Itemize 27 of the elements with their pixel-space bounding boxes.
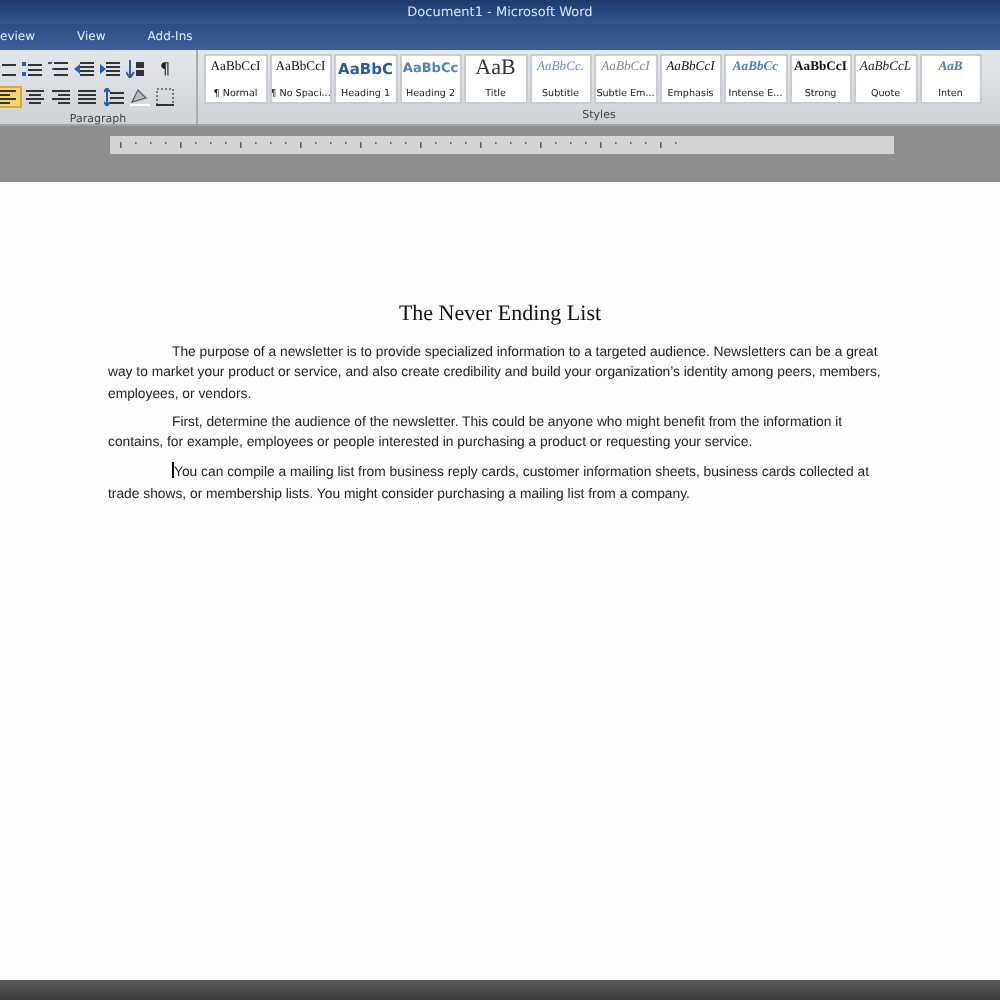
line-spacing-icon	[104, 88, 124, 106]
shading-button[interactable]	[128, 86, 152, 108]
increase-indent-icon	[100, 60, 120, 78]
align-button[interactable]	[50, 86, 74, 108]
document-title: The Never Ending List	[398, 302, 602, 326]
align-icon	[0, 88, 18, 106]
show-marks-button[interactable]: ¶	[158, 58, 173, 80]
align-button[interactable]	[24, 86, 48, 108]
style-preview: AaB	[475, 60, 516, 78]
increase-indent-button[interactable]	[98, 58, 122, 80]
multilevel-list-button[interactable]	[46, 58, 70, 80]
numbered-list-button[interactable]	[20, 58, 44, 80]
align-button[interactable]	[0, 86, 22, 108]
sort-button[interactable]	[124, 58, 148, 80]
borders-icon	[156, 88, 176, 106]
align-icon	[78, 88, 98, 106]
multilevel-list-icon	[48, 60, 68, 78]
sort-icon	[126, 60, 146, 78]
align-icon	[26, 88, 46, 106]
shading-icon	[130, 88, 150, 106]
line-spacing-button[interactable]	[102, 86, 126, 108]
numbered-list-icon	[22, 60, 42, 78]
decrease-indent-button[interactable]	[72, 58, 96, 80]
decrease-indent-icon	[74, 60, 94, 78]
borders-button[interactable]	[154, 86, 178, 108]
align-button[interactable]	[76, 86, 100, 108]
align-icon	[52, 88, 72, 106]
